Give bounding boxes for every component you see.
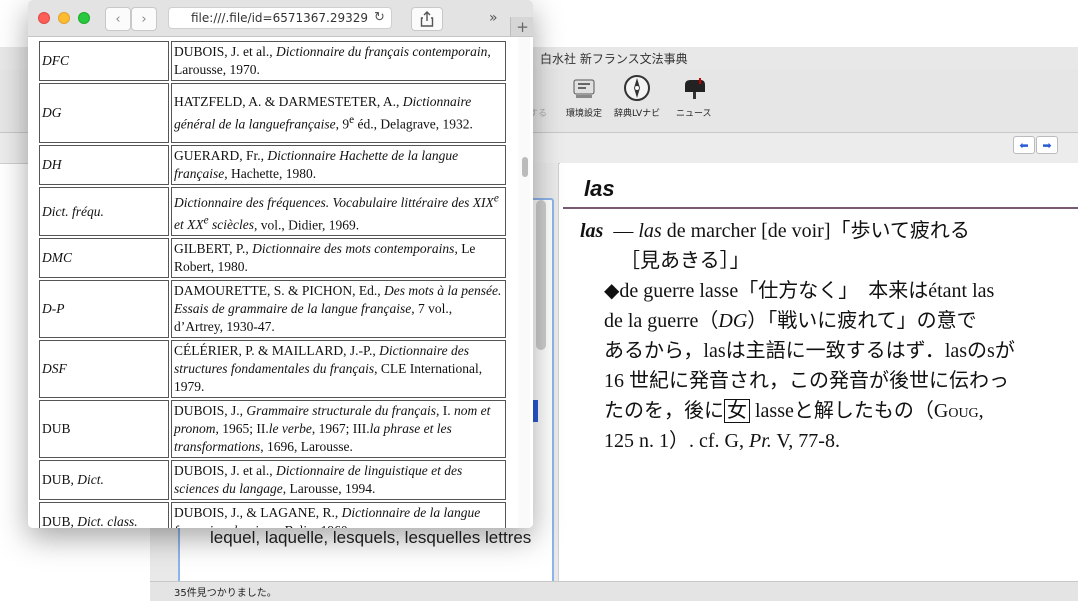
- list-item[interactable]: lequel, laquelle, lesquels, lesquelles l…: [210, 526, 540, 550]
- browser-scrollbar-track[interactable]: [518, 37, 530, 528]
- forward-arrow-button[interactable]: ➡: [1036, 136, 1058, 154]
- reference-citation: CÉLÉRIER, P. & MAILLARD, J.-P., Dictionn…: [171, 340, 506, 398]
- reference-citation: GILBERT, P., Dictionnaire des mots conte…: [171, 238, 506, 278]
- entry-text: V, 77-8.: [771, 430, 840, 452]
- forward-button[interactable]: ›: [131, 7, 157, 31]
- phrase-italic: las: [638, 220, 662, 242]
- reference-citation: DUBOIS, J., & LAGANE, R., Dictionnaire d…: [171, 502, 506, 528]
- reference-abbreviation: Dict. fréqu.: [39, 187, 169, 236]
- reference-abbreviation: DFC: [39, 41, 169, 81]
- table-row: DG HATZFELD, A. & DARMESTETER, A., Dictio…: [39, 83, 506, 143]
- table-row: DMC GILBERT, P., Dictionnaire des mots co…: [39, 238, 506, 278]
- reference-citation: DAMOURETTE, S. & PICHON, Ed., Des mots à…: [171, 280, 506, 338]
- reference-citation: DUBOIS, J. et al., Dictionnaire de lingu…: [171, 460, 506, 500]
- entry-text: たのを，後に: [604, 400, 724, 422]
- entry-text: ）「戦いに疲れて」の意で: [747, 310, 977, 332]
- entry-line-8: 125 n. 1）. cf. G, Pr. V, 77-8.: [580, 426, 1070, 456]
- heading-divider: [563, 207, 1078, 209]
- browser-content: DFC DUBOIS, J. et al., Dictionnaire du fr…: [28, 37, 533, 528]
- browser-titlebar: ‹ › file:///.file/id=6571367.29329 ↻ » +: [28, 0, 533, 37]
- chevron-right-icon: ›: [141, 11, 147, 27]
- reference-citation: DUBOIS, J., Grammaire structurale du fra…: [171, 400, 506, 458]
- status-bar: [150, 581, 1078, 601]
- share-button[interactable]: [411, 7, 443, 31]
- entry-line-2: ［見あきる］」: [620, 250, 750, 272]
- feminine-badge: 女: [724, 399, 750, 423]
- table-row: DFC DUBOIS, J. et al., Dictionnaire du fr…: [39, 41, 506, 81]
- chevron-left-icon: ‹: [115, 11, 121, 27]
- status-text: 35件見つかりました。: [174, 588, 277, 599]
- toolbar-preferences-button[interactable]: 環境設定: [566, 74, 602, 119]
- dash: —: [613, 220, 634, 242]
- entry-line-7: たのを，後に女 lasseと解したもの（Goug,: [580, 396, 1070, 426]
- table-row: DUB DUBOIS, J., Grammaire structurale du …: [39, 400, 506, 458]
- entry-line-3: ◆de guerre lasse「仕方なく」 本来はétant las: [604, 280, 995, 302]
- chevron-right-double-icon[interactable]: »: [489, 10, 498, 26]
- new-tab-button[interactable]: +: [510, 17, 533, 36]
- arrow-right-icon: ➡: [1042, 138, 1052, 152]
- reference-abbr[interactable]: Goug: [934, 400, 979, 422]
- table-row: D-P DAMOURETTE, S. & PICHON, Ed., Des mot…: [39, 280, 506, 338]
- table-row: Dict. fréqu. Dictionnaire des fréquences.…: [39, 187, 506, 236]
- settings-icon: [570, 74, 598, 102]
- reference-abbr[interactable]: Pr.: [749, 430, 772, 452]
- reference-abbreviation: DUB: [39, 400, 169, 458]
- entry-text: de la guerre（: [604, 310, 719, 332]
- reference-abbreviation: DH: [39, 145, 169, 185]
- entry-line-4: de la guerre（DG）「戦いに疲れて」の意で: [580, 306, 1070, 336]
- reload-icon[interactable]: ↻: [374, 10, 385, 25]
- entry-line-1: las — las de marcher [de voir]「歩いて疲れる: [580, 216, 1070, 246]
- back-arrow-button[interactable]: ⬅: [1013, 136, 1035, 154]
- table-row: DUB, Dict. class. DUBOIS, J., & LAGANE, R…: [39, 502, 506, 528]
- toolbar-navi-button[interactable]: 辞典LVナビ: [614, 74, 660, 119]
- reference-abbreviation: DUB, Dict.: [39, 460, 169, 500]
- address-bar[interactable]: file:///.file/id=6571367.29329: [168, 7, 392, 29]
- table-row: DH GUERARD, Fr., Dictionnaire Hachette de…: [39, 145, 506, 185]
- close-window-button[interactable]: [38, 12, 50, 24]
- entry-text: de marcher [de voir]「歩いて疲れる: [661, 220, 970, 242]
- app-title: 白水社 新フランス文法事典: [540, 52, 688, 66]
- toolbar-label: 辞典LVナビ: [614, 109, 661, 119]
- toolbar-label: 環境設定: [566, 109, 603, 119]
- zoom-window-button[interactable]: [78, 12, 90, 24]
- reference-citation: Dictionnaire des fréquences. Vocabulaire…: [171, 187, 506, 236]
- arrow-left-icon: ⬅: [1019, 138, 1029, 152]
- minimize-window-button[interactable]: [58, 12, 70, 24]
- table-row: DSF CÉLÉRIER, P. & MAILLARD, J.-P., Dicti…: [39, 340, 506, 398]
- back-button[interactable]: ‹: [105, 7, 131, 31]
- compass-icon: [623, 74, 651, 102]
- references-table: DFC DUBOIS, J. et al., Dictionnaire du fr…: [37, 39, 508, 528]
- reference-citation: GUERARD, Fr., Dictionnaire Hachette de l…: [171, 145, 506, 185]
- headword: las: [580, 220, 604, 242]
- toolbar-label: ニュース: [676, 109, 712, 119]
- entry-text: lasseと解したもの（: [750, 400, 934, 422]
- reference-abbreviation: D-P: [39, 280, 169, 338]
- share-icon: [420, 11, 434, 27]
- entry-body: las — las de marcher [de voir]「歩いて疲れる ［見…: [580, 216, 1070, 456]
- sidebar-scrollbar[interactable]: [536, 200, 546, 350]
- reference-abbreviation: DMC: [39, 238, 169, 278]
- entry-text: ,: [978, 400, 984, 422]
- browser-scrollbar-thumb[interactable]: [522, 157, 528, 177]
- reference-citation: DUBOIS, J. et al., Dictionnaire du franç…: [171, 41, 506, 81]
- entry-text: 125 n. 1）. cf. G,: [604, 430, 749, 452]
- mailbox-icon: [680, 74, 708, 102]
- entry-heading: las: [584, 176, 615, 201]
- browser-window: ‹ › file:///.file/id=6571367.29329 ↻ » +…: [28, 0, 533, 528]
- reference-abbreviation: DSF: [39, 340, 169, 398]
- reference-citation: HATZFELD, A. & DARMESTETER, A., Dictionn…: [171, 83, 506, 143]
- reference-abbreviation: DG: [39, 83, 169, 143]
- reference-abbr[interactable]: DG: [718, 310, 747, 332]
- reference-abbreviation: DUB, Dict. class.: [39, 502, 169, 528]
- toolbar-news-button[interactable]: ニュース: [676, 74, 712, 119]
- table-row: DUB, Dict. DUBOIS, J. et al., Dictionnair…: [39, 460, 506, 500]
- entry-line-5: あるから，lasは主語に一致するはず．lasのsが: [604, 340, 1015, 362]
- entry-line-6: 16 世紀に発音され，この発音が後世に伝わっ: [604, 370, 1009, 392]
